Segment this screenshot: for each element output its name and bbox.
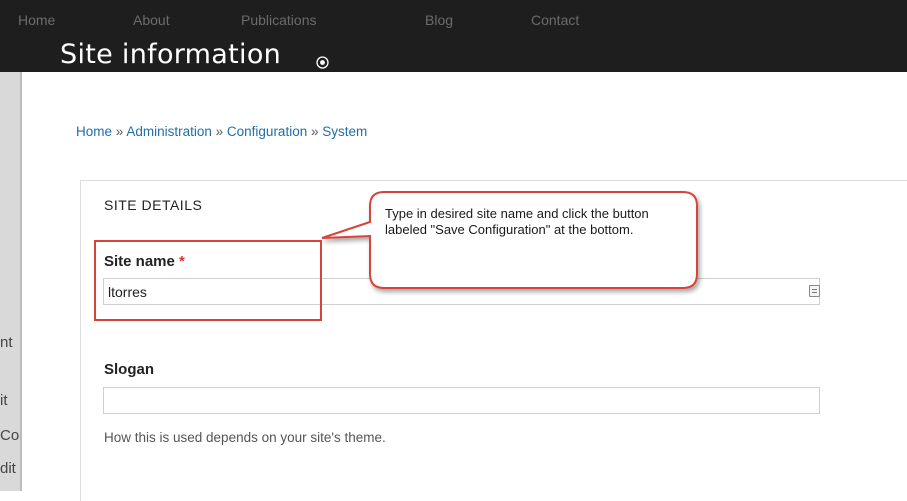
callout-text: Type in desired site name and click the …	[385, 206, 649, 237]
callout-bubble	[321, 191, 698, 289]
